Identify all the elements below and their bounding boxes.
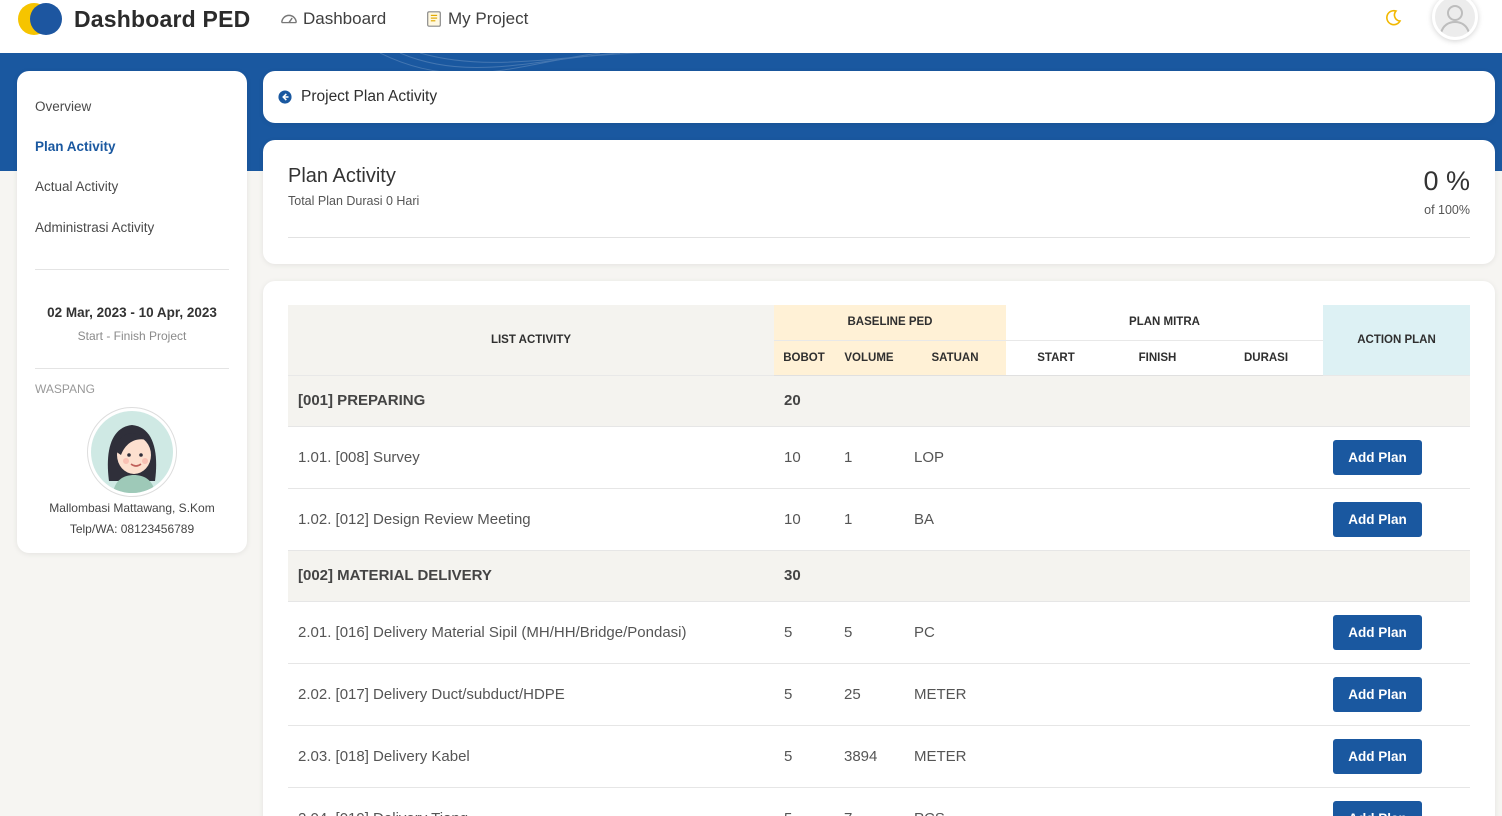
activity-bobot: 5 [774,601,834,664]
activity-volume: 1 [834,488,904,551]
activity-name: 2.03. [018] Delivery Kabel [288,725,774,788]
table-row-group: [002] MATERIAL DELIVERY 30 [288,550,1470,602]
waspang-label: WASPANG [35,382,96,396]
summary-card: Plan Activity Total Plan Durasi 0 Hari 0… [263,140,1495,264]
activity-name: 1.01. [008] Survey [288,426,774,489]
sidebar: Overview Plan Activity Actual Activity A… [17,71,247,553]
col-volume: VOLUME [834,340,904,376]
col-bobot: BOBOT [774,340,834,376]
activity-name: 2.04. [019] Delivery Tiang [288,787,774,816]
activity-name: [002] MATERIAL DELIVERY [288,550,774,602]
activity-satuan: BA [904,488,1006,551]
sidebar-item-administrasi-activity[interactable]: Administrasi Activity [35,220,154,235]
gauge-icon [281,14,297,24]
col-satuan: SATUAN [904,340,1006,376]
nav-dashboard-label: Dashboard [303,9,387,28]
activity-volume: 1 [834,426,904,489]
add-plan-button[interactable]: Add Plan [1333,439,1422,475]
activity-satuan: LOP [904,426,1006,489]
waspang-name: Mallombasi Mattawang, S.Kom [49,501,215,515]
table-row: 2.04. [019] Delivery Tiang 5 7 PCS Add P… [288,787,1470,816]
progress-total: of 100% [1424,203,1470,217]
add-plan-button[interactable]: Add Plan [1333,676,1422,712]
sidebar-item-actual-activity[interactable]: Actual Activity [35,179,118,194]
app-logo[interactable] [18,3,64,35]
activity-name: 2.01. [016] Delivery Material Sipil (MH/… [288,601,774,664]
waspang-phone: Telp/WA: 08123456789 [69,522,195,536]
divider [288,237,1470,238]
activity-satuan: PC [904,601,1006,664]
summary-subtitle: Total Plan Durasi 0 Hari [288,194,420,208]
divider [35,368,229,369]
nav-dashboard[interactable]: Dashboard [280,9,386,29]
page-title: Project Plan Activity [301,88,438,105]
table-row: 2.01. [016] Delivery Material Sipil (MH/… [288,601,1470,664]
col-action-plan: ACTION PLAN [1323,305,1470,376]
col-baseline-ped: BASELINE PED [774,305,1006,341]
brand-title[interactable]: Dashboard PED [74,6,250,33]
activity-bobot: 5 [774,725,834,788]
col-list-activity: LIST ACTIVITY [288,305,774,376]
table-row: 1.01. [008] Survey 10 1 LOP Add Plan [288,426,1470,489]
col-durasi: DURASI [1209,340,1323,376]
activity-bobot: 10 [774,488,834,551]
activity-table: LIST ACTIVITY BASELINE PED PLAN MITRA AC… [288,305,1470,816]
nav-my-project-label: My Project [448,9,529,28]
activity-table-card: LIST ACTIVITY BASELINE PED PLAN MITRA AC… [263,281,1495,816]
moon-icon[interactable] [1383,8,1403,28]
sidebar-item-overview[interactable]: Overview [35,99,91,114]
activity-satuan: METER [904,663,1006,726]
activity-name: [001] PREPARING [288,375,774,427]
table-row: 2.03. [018] Delivery Kabel 5 3894 METER … [288,725,1470,788]
activity-name: 1.02. [012] Design Review Meeting [288,488,774,551]
add-plan-button[interactable]: Add Plan [1333,614,1422,650]
back-arrow-icon[interactable] [278,90,292,104]
page-header-card: Project Plan Activity [263,71,1495,123]
project-dates: 02 Mar, 2023 - 10 Apr, 2023 [47,305,217,320]
activity-satuan: PCS [904,787,1006,816]
activity-volume: 7 [834,787,904,816]
nav-my-project[interactable]: My Project [425,9,528,29]
activity-bobot: 20 [774,375,834,427]
activity-bobot: 30 [774,550,834,602]
table-row: 1.02. [012] Design Review Meeting 10 1 B… [288,488,1470,551]
activity-volume: 5 [834,601,904,664]
divider [35,269,229,270]
add-plan-button[interactable]: Add Plan [1333,800,1422,816]
project-dates-caption: Start - Finish Project [77,329,187,343]
activity-name: 2.02. [017] Delivery Duct/subduct/HDPE [288,663,774,726]
add-plan-button[interactable]: Add Plan [1333,501,1422,537]
col-start: START [1006,340,1106,376]
sidebar-item-plan-activity[interactable]: Plan Activity [35,139,116,154]
user-avatar[interactable] [1432,0,1478,40]
activity-bobot: 10 [774,426,834,489]
table-row-group: [001] PREPARING 20 [288,375,1470,427]
summary-title: Plan Activity [288,165,396,187]
table-row: 2.02. [017] Delivery Duct/subduct/HDPE 5… [288,663,1470,726]
activity-volume: 3894 [834,725,904,788]
add-plan-button[interactable]: Add Plan [1333,738,1422,774]
activity-volume: 25 [834,663,904,726]
activity-satuan: METER [904,725,1006,788]
col-plan-mitra: PLAN MITRA [1006,305,1323,341]
user-icon [1440,5,1470,34]
notebook-icon [427,11,441,27]
waspang-avatar [87,407,177,497]
top-navbar: Dashboard PED Dashboard My Project [0,0,1502,53]
progress-percent: 0 % [1423,166,1470,196]
col-finish: FINISH [1106,340,1209,376]
person-illustration-icon [107,425,157,493]
activity-bobot: 5 [774,787,834,816]
activity-bobot: 5 [774,663,834,726]
